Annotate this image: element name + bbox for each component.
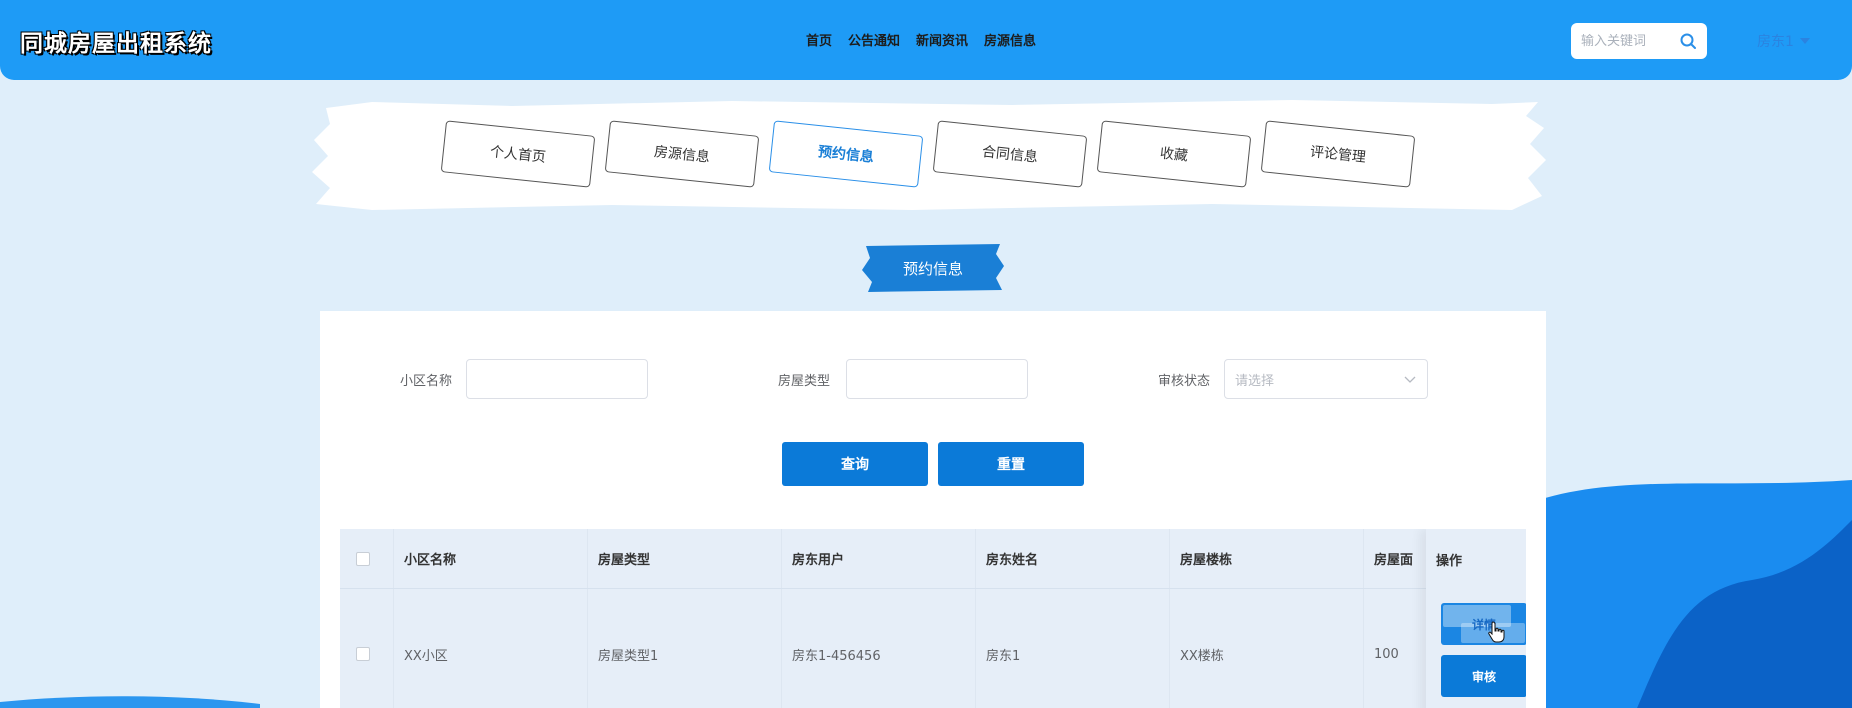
community-input[interactable] [466,359,648,399]
table-cell: 房屋类型1 [588,589,782,708]
table-row: XX小区 房屋类型1 房东1-456456 房东1 XX楼栋 100 [340,589,1526,708]
decorative-wave-left [0,696,260,708]
tab-band: 个人首页 房源信息 预约信息 合同信息 收藏 评论管理 [312,100,1546,212]
table-header-row: 小区名称 房屋类型 房东用户 房东姓名 房屋楼栋 房屋面 [340,529,1526,589]
column-header[interactable]: 房东姓名 [976,529,1170,588]
community-label: 小区名称 [400,374,453,389]
nav-news[interactable]: 新闻资讯 [916,30,968,49]
select-all-checkbox[interactable] [356,551,370,566]
review-status-placeholder: 请选择 [1235,373,1275,389]
top-nav: 首页 公告通知 新闻资讯 房源信息 [806,30,1036,49]
nav-announcements[interactable]: 公告通知 [848,30,900,49]
user-name: 房东1 [1757,34,1794,50]
house-type-label: 房屋类型 [778,374,831,389]
house-type-input[interactable] [846,359,1028,399]
table-cell: XX楼栋 [1170,589,1364,708]
caret-down-icon [1799,38,1810,44]
hand-pointer-icon [1488,621,1505,643]
header-checkbox-cell [340,529,394,588]
user-menu[interactable]: 房东1 [1757,31,1810,51]
review-button[interactable]: 审核 [1441,655,1526,697]
detail-button[interactable]: 详情 [1441,603,1526,645]
search-input[interactable] [1581,33,1675,49]
operations-column: 操作 详情 审核 [1426,529,1526,708]
main-panel: 小区名称 房屋类型 审核状态 请选择 查询 重置 小区名称 房屋类型 房东用户 … [320,311,1546,708]
table-cell: 房东1 [976,589,1170,708]
row-checkbox[interactable] [356,647,370,661]
nav-home[interactable]: 首页 [806,30,832,49]
column-header[interactable]: 房东用户 [782,529,976,588]
section-title: 预约信息 [862,244,1004,292]
section-title-text: 预约信息 [902,259,963,278]
top-header: 同城房屋出租系统 首页 公告通知 新闻资讯 房源信息 房东1 [0,0,1852,80]
chevron-down-icon [1404,376,1416,383]
decorative-wave [1512,480,1852,708]
column-header[interactable]: 房屋楼栋 [1170,529,1364,588]
query-button[interactable]: 查询 [782,442,928,486]
table-cell: 房东1-456456 [782,589,976,708]
operations-header: 操作 [1436,553,1463,569]
search-box [1571,23,1707,59]
site-logo-title[interactable]: 同城房屋出租系统 [20,24,212,58]
review-status-select[interactable]: 请选择 [1224,359,1428,399]
nav-listings[interactable]: 房源信息 [984,30,1036,49]
column-header[interactable]: 房屋类型 [588,529,782,588]
table-cell: XX小区 [394,589,588,708]
appointments-table: 小区名称 房屋类型 房东用户 房东姓名 房屋楼栋 房屋面 XX小区 房屋类型1 … [340,529,1526,708]
reset-button[interactable]: 重置 [938,442,1084,486]
search-icon[interactable] [1679,32,1697,50]
column-header[interactable]: 小区名称 [394,529,588,588]
review-status-label: 审核状态 [1158,374,1211,389]
row-checkbox-cell [340,589,394,708]
